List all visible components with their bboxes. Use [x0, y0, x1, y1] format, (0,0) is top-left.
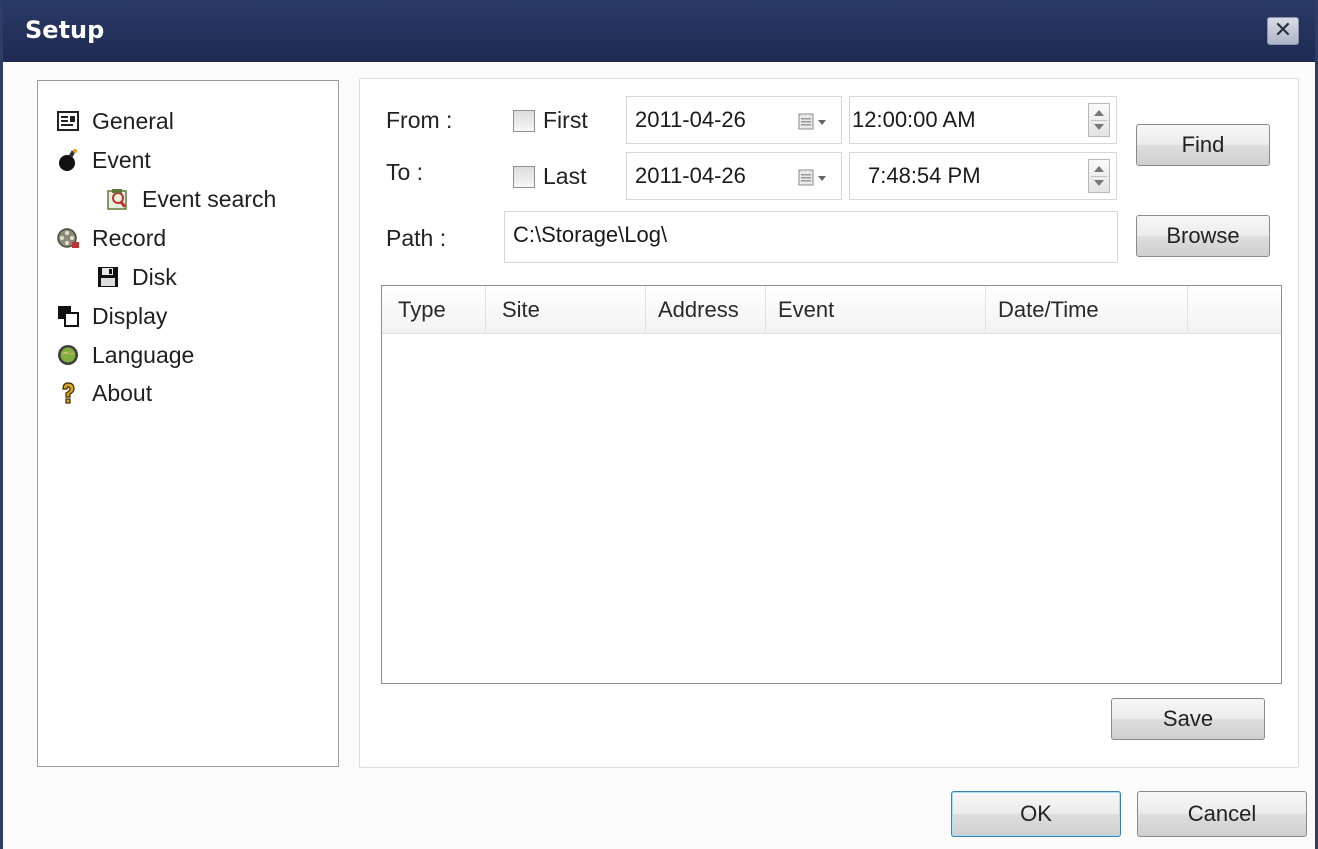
- to-date-picker[interactable]: 2011-04-26: [626, 152, 842, 200]
- to-time-spinner[interactable]: [1088, 159, 1110, 193]
- ok-button[interactable]: OK: [951, 791, 1121, 837]
- event-search-icon: [106, 187, 130, 211]
- nav-item-general[interactable]: General: [56, 106, 174, 136]
- from-date-value: 2011-04-26: [635, 107, 746, 132]
- find-button[interactable]: Find: [1136, 124, 1270, 166]
- nav-item-event[interactable]: Event: [56, 145, 151, 175]
- last-checkbox[interactable]: Last: [513, 163, 586, 190]
- title-bar[interactable]: Setup ✕: [3, 0, 1315, 62]
- from-time-spinner[interactable]: [1088, 103, 1110, 137]
- record-film-icon: [56, 226, 80, 250]
- globe-icon: [56, 343, 80, 367]
- to-label: To :: [386, 159, 424, 185]
- display-icon: [56, 304, 80, 328]
- column-header-site[interactable]: Site: [486, 286, 646, 334]
- nav-item-language[interactable]: Language: [56, 340, 194, 370]
- question-icon: [56, 381, 80, 405]
- nav-item-event-search[interactable]: Event search: [106, 184, 276, 214]
- first-checkbox[interactable]: First: [513, 107, 588, 134]
- from-date-picker[interactable]: 2011-04-26: [626, 96, 842, 144]
- settings-nav-tree: General Event Event search Record Disk D…: [37, 80, 339, 767]
- calendar-dropdown-icon[interactable]: [797, 111, 831, 133]
- to-time-value: 7:48:54 PM: [868, 163, 981, 188]
- save-button[interactable]: Save: [1111, 698, 1265, 740]
- nav-item-display[interactable]: Display: [56, 301, 167, 331]
- nav-label-about: About: [92, 379, 153, 406]
- from-time-field[interactable]: 12:00:00 AM: [849, 96, 1117, 144]
- column-header-datetime[interactable]: Date/Time: [986, 286, 1188, 334]
- close-icon: ✕: [1273, 17, 1293, 42]
- setup-dialog: Setup ✕ General Event Event search Recor…: [0, 0, 1318, 849]
- to-date-value: 2011-04-26: [635, 163, 746, 188]
- cancel-button[interactable]: Cancel: [1137, 791, 1307, 837]
- disk-icon: [96, 265, 120, 289]
- nav-label-disk: Disk: [132, 263, 177, 290]
- table-header: Type Site Address Event Date/Time: [382, 286, 1281, 334]
- to-time-field[interactable]: 7:48:54 PM: [849, 152, 1117, 200]
- calendar-dropdown-icon[interactable]: [797, 167, 831, 189]
- nav-item-about[interactable]: About: [56, 378, 152, 408]
- browse-button[interactable]: Browse: [1136, 215, 1270, 257]
- event-bomb-icon: [56, 148, 80, 172]
- from-label: From :: [386, 107, 453, 133]
- last-checkbox-label: Last: [543, 163, 587, 189]
- nav-label-general: General: [92, 107, 174, 134]
- path-input[interactable]: C:\Storage\Log\: [504, 211, 1118, 263]
- nav-label-record: Record: [92, 224, 167, 251]
- dialog-title: Setup: [25, 16, 105, 44]
- event-results-table[interactable]: Type Site Address Event Date/Time: [381, 285, 1282, 684]
- path-label: Path :: [386, 225, 447, 251]
- column-header-event[interactable]: Event: [766, 286, 986, 334]
- first-checkbox-label: First: [543, 107, 588, 133]
- nav-item-record[interactable]: Record: [56, 223, 166, 253]
- last-checkbox-box[interactable]: [513, 165, 535, 188]
- nav-label-event: Event: [92, 146, 151, 173]
- first-checkbox-box[interactable]: [513, 109, 535, 132]
- close-button[interactable]: ✕: [1267, 17, 1299, 45]
- column-header-address[interactable]: Address: [646, 286, 766, 334]
- nav-item-disk[interactable]: Disk: [96, 262, 177, 292]
- nav-label-event-search: Event search: [142, 185, 277, 212]
- nav-label-display: Display: [92, 302, 168, 329]
- column-header-type[interactable]: Type: [382, 286, 486, 334]
- from-time-value: 12:00:00 AM: [852, 107, 976, 132]
- nav-label-language: Language: [92, 341, 195, 368]
- general-icon: [56, 109, 80, 133]
